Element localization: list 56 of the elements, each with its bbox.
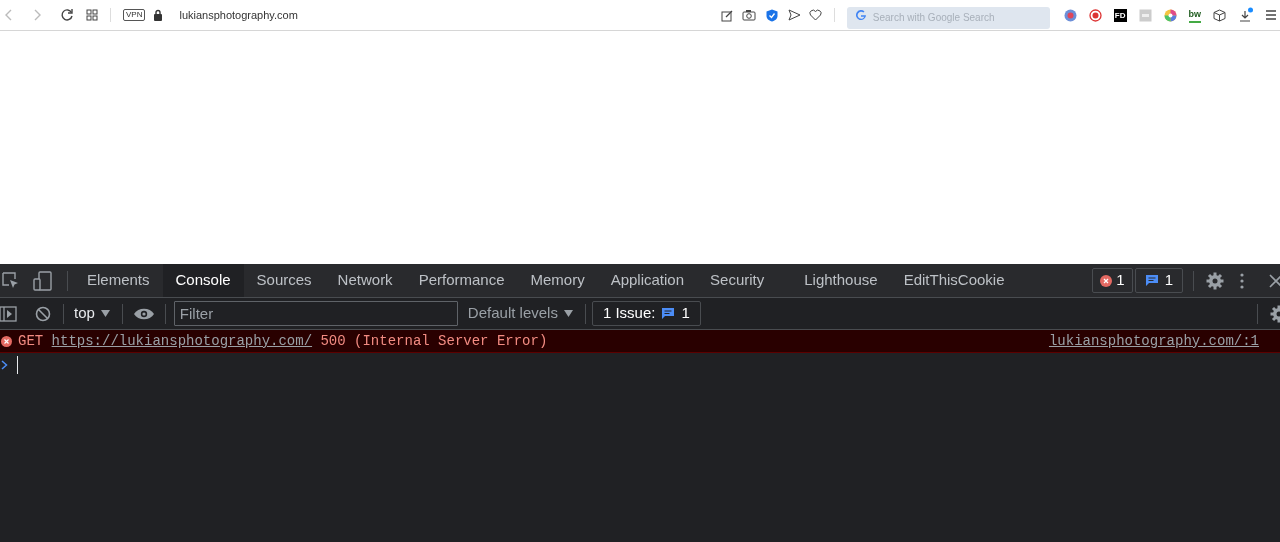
dropdown-arrow-icon bbox=[563, 310, 573, 317]
lock-icon bbox=[153, 9, 164, 21]
camera-icon[interactable] bbox=[741, 9, 756, 21]
eye-icon[interactable] bbox=[132, 306, 155, 321]
devtools-tab[interactable]: Memory bbox=[517, 264, 598, 297]
issues-count: 1 bbox=[681, 303, 690, 324]
heart-icon[interactable] bbox=[808, 9, 822, 21]
devtools-tab[interactable]: Lighthouse bbox=[791, 264, 891, 297]
message-count: 1 bbox=[1164, 270, 1173, 291]
filter-field[interactable]: Filter bbox=[173, 301, 458, 326]
context-dropdown[interactable]: top bbox=[74, 302, 110, 325]
cube-icon[interactable] bbox=[1213, 8, 1226, 22]
error-icon bbox=[1, 335, 12, 347]
message-icon bbox=[1144, 274, 1159, 287]
download-icon[interactable] bbox=[1238, 7, 1254, 23]
menu-icon[interactable] bbox=[1266, 9, 1276, 21]
clear-icon[interactable] bbox=[35, 305, 51, 322]
device-icon[interactable] bbox=[33, 270, 53, 291]
reload-icon[interactable] bbox=[60, 8, 74, 22]
message-icon bbox=[661, 307, 676, 320]
error-icon bbox=[1100, 274, 1113, 287]
source-link[interactable]: lukiansphotography.com/:1 bbox=[1048, 330, 1259, 352]
dropdown-arrow-icon bbox=[100, 310, 110, 317]
sidebar-icon[interactable] bbox=[0, 305, 17, 322]
message-count-button[interactable]: 1 bbox=[1134, 268, 1183, 293]
extension-button[interactable]: FD bbox=[1113, 8, 1127, 22]
close-icon[interactable] bbox=[1268, 273, 1280, 288]
devtools-tab[interactable]: Network bbox=[324, 264, 406, 297]
edit-icon[interactable] bbox=[720, 8, 734, 22]
grid-icon[interactable] bbox=[86, 9, 98, 21]
more-icon[interactable] bbox=[1240, 272, 1244, 289]
record-icon[interactable] bbox=[1088, 8, 1102, 22]
issues-label: 1 Issue: bbox=[602, 303, 656, 324]
settings-icon[interactable] bbox=[1206, 271, 1224, 290]
devtools-tab[interactable]: Security bbox=[697, 264, 778, 297]
devtools-tab[interactable]: Elements bbox=[74, 264, 163, 297]
extension-button[interactable]: bw bbox=[1188, 7, 1201, 23]
devtools-tab[interactable]: Performance bbox=[405, 264, 518, 297]
shield-icon[interactable] bbox=[765, 8, 778, 22]
error-count: 1 bbox=[1116, 270, 1125, 291]
address-field[interactable]: lukiansphotography.com bbox=[179, 6, 298, 24]
vpn-badge[interactable]: VPN bbox=[123, 9, 146, 21]
devtools-tab[interactable]: Sources bbox=[243, 264, 325, 297]
google-icon bbox=[854, 9, 867, 21]
prompt-icon bbox=[1, 360, 8, 370]
devtools-tab[interactable]: EditThisCookie bbox=[890, 264, 1018, 297]
devtools-tab[interactable]: Console bbox=[162, 264, 244, 297]
devtools-tab[interactable]: Application bbox=[597, 264, 698, 297]
send-icon[interactable] bbox=[787, 9, 801, 21]
error-count-button[interactable]: 1 bbox=[1092, 268, 1133, 293]
error-message: GET https://lukiansphotography.com/ 500 (Internal Server Error) bbox=[18, 331, 548, 351]
color-wheel-icon[interactable] bbox=[1163, 8, 1177, 22]
issues-button[interactable]: 1 Issue: 1 bbox=[591, 301, 701, 326]
circle-extension-icon[interactable] bbox=[1063, 8, 1077, 22]
error-url-link[interactable]: https://lukiansphotography.com/ bbox=[51, 332, 313, 349]
levels-dropdown[interactable]: Default levels bbox=[467, 302, 573, 325]
